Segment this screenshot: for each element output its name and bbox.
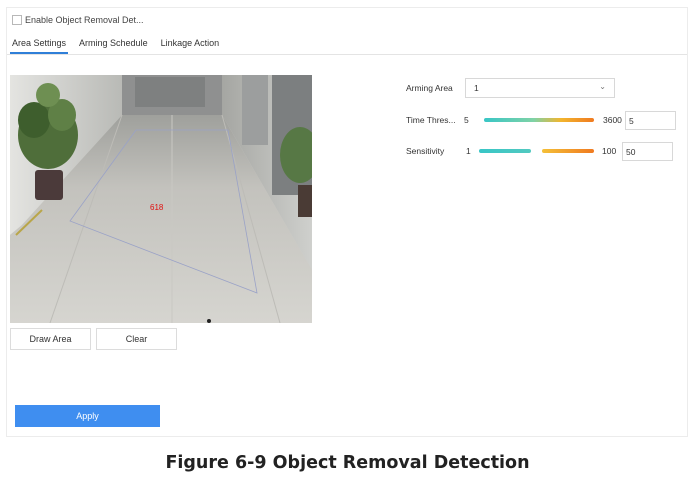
sensitivity-max: 100 [602,146,617,156]
sensitivity-input[interactable] [622,142,673,161]
enable-label: Enable Object Removal Det... [25,15,144,25]
tab-area-settings[interactable]: Area Settings [10,38,69,54]
enable-row[interactable]: Enable Object Removal Det... [12,13,144,27]
time-threshold-min: 5 [464,115,469,125]
time-threshold-slider[interactable] [484,118,594,122]
enable-checkbox[interactable] [12,15,22,25]
arming-area-select[interactable]: 1 ⌄ [465,78,615,98]
time-threshold-input[interactable] [625,111,676,130]
clear-button[interactable]: Clear [96,328,177,350]
tab-divider [7,54,687,55]
tab-bar: Area Settings Arming Schedule Linkage Ac… [10,38,230,54]
time-threshold-max: 3600 [603,115,622,125]
sensitivity-min: 1 [466,146,471,156]
chevron-down-icon: ⌄ [599,82,606,91]
sensitivity-label: Sensitivity [406,146,445,156]
apply-button[interactable]: Apply [15,405,160,427]
arming-area-row: Arming Area 1 ⌄ [406,78,681,98]
tab-arming-schedule[interactable]: Arming Schedule [77,38,150,54]
arming-area-value: 1 [474,83,479,93]
figure-caption: Figure 6-9 Object Removal Detection [165,453,530,473]
sensitivity-slider-low[interactable] [479,149,531,153]
tab-linkage-action[interactable]: Linkage Action [159,38,222,54]
video-preview[interactable]: 618 [10,75,312,323]
draw-area-button[interactable]: Draw Area [10,328,91,350]
camera-scene: 618 [10,75,312,323]
sensitivity-row: Sensitivity 1 100 [406,141,681,161]
overlay-text: 618 [150,203,164,212]
arming-area-label: Arming Area [406,83,453,93]
area-button-row: Draw Area Clear [10,328,177,350]
time-threshold-row: Time Thres... 5 3600 [406,110,681,130]
sensitivity-slider-high[interactable] [542,149,594,153]
time-threshold-label: Time Thres... [406,115,456,125]
